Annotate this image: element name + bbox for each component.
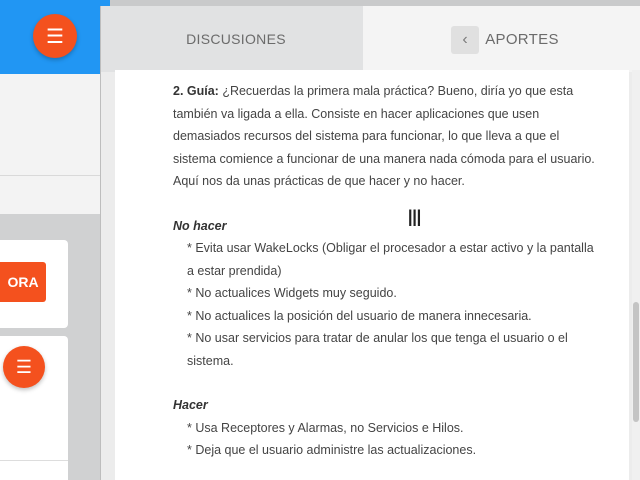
tab-contributions[interactable]: APORTES	[363, 6, 640, 72]
list-item: * Evita usar WakeLocks (Obligar el proce…	[187, 241, 594, 278]
dont-heading: No hacer	[173, 218, 227, 233]
guide-label: 2. Guía:	[173, 84, 219, 98]
discussion-panel: DISCUSIONES APORTES ‹ 2. Guía: ¿Recuerda…	[100, 6, 640, 480]
guide-text: ¿Recuerdas la primera mala práctica? Bue…	[173, 84, 595, 188]
tab-bar: DISCUSIONES APORTES ‹	[101, 6, 640, 72]
do-heading: Hacer	[173, 398, 208, 412]
divider	[0, 175, 100, 176]
scrollbar-thumb[interactable]	[633, 302, 639, 422]
list-item: * No actualices la posición del usuario …	[187, 308, 532, 323]
tab-discussions-label: DISCUSIONES	[186, 31, 286, 47]
tab-contributions-label: APORTES	[485, 30, 559, 48]
floating-menu-button[interactable]: ☰	[3, 346, 45, 388]
article-text: 2. Guía: ¿Recuerdas la primera mala prác…	[173, 80, 603, 462]
background-app: ☰ ORA ☰	[0, 0, 110, 480]
action-button[interactable]: ORA	[0, 262, 46, 302]
list-item: * Deja que el usuario administre las act…	[187, 443, 477, 457]
list-item: * No usar servicios para tratar de anula…	[187, 331, 568, 368]
back-button[interactable]: ‹	[451, 26, 479, 54]
article-content: 2. Guía: ¿Recuerdas la primera mala prác…	[115, 70, 629, 480]
guide-paragraph: 2. Guía: ¿Recuerdas la primera mala prác…	[173, 80, 603, 193]
divider	[0, 460, 68, 461]
scrollbar[interactable]	[632, 70, 640, 480]
hamburger-icon: ☰	[46, 25, 64, 48]
text-cursor-icon: Ⅲ	[407, 207, 423, 232]
list-item: * No actualices Widgets muy seguido.	[187, 286, 397, 300]
tab-discussions[interactable]: DISCUSIONES	[101, 6, 371, 72]
menu-button[interactable]: ☰	[33, 14, 77, 58]
list-item: * Usa Receptores y Alarmas, no Servicios…	[187, 420, 464, 435]
side-panel	[0, 74, 100, 214]
hamburger-icon: ☰	[15, 356, 33, 377]
chevron-left-icon: ‹	[462, 31, 468, 48]
